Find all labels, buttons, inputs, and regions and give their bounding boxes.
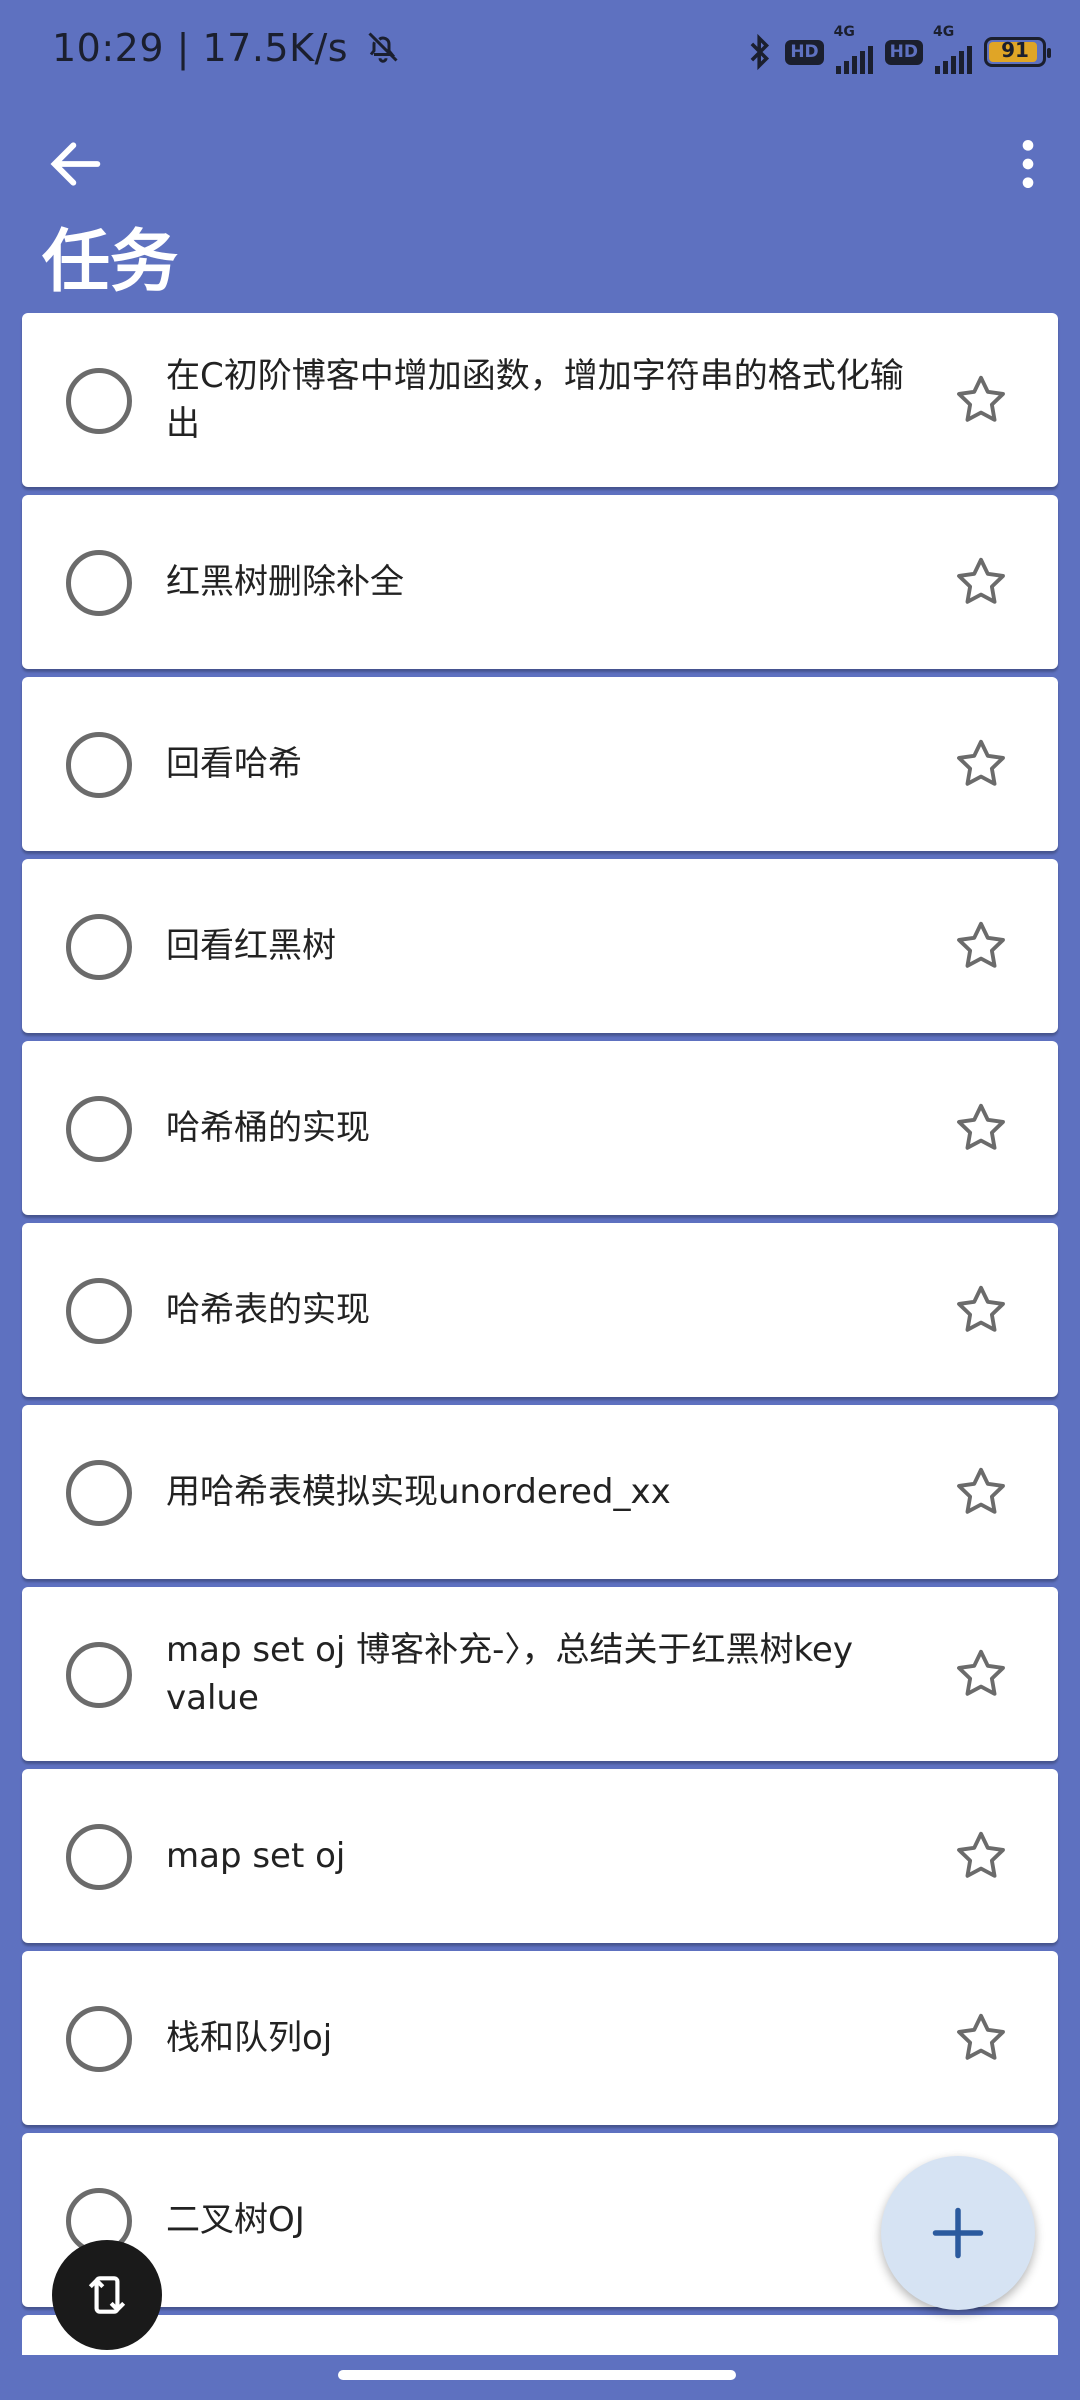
task-title: 栈和队列oj	[166, 2018, 333, 2058]
star-outline-icon[interactable]	[952, 2009, 1010, 2067]
task-title: 回看红黑树	[166, 926, 336, 966]
circle-checkbox-icon[interactable]	[66, 2006, 132, 2072]
star-outline-icon[interactable]	[952, 1099, 1010, 1157]
task-item[interactable]: 哈希桶的实现	[22, 1041, 1058, 1215]
task-title: 哈希表的实现	[166, 1290, 370, 1330]
task-title: map set oj	[166, 1836, 346, 1876]
back-button[interactable]	[44, 132, 108, 196]
task-item[interactable]: 用哈希表模拟实现unordered_xx	[22, 1405, 1058, 1579]
task-title: 哈希桶的实现	[166, 1108, 370, 1148]
star-outline-icon[interactable]	[952, 917, 1010, 975]
status-icons: HD 4G HD 4G 91	[747, 24, 1051, 74]
task-item[interactable]: 栈和队列oj	[22, 1951, 1058, 2125]
task-title: 红黑树删除补全	[166, 562, 404, 602]
add-task-button[interactable]	[881, 2156, 1035, 2310]
home-indicator[interactable]	[338, 2370, 736, 2380]
task-item[interactable]: 回看哈希	[22, 677, 1058, 851]
star-outline-icon[interactable]	[952, 1281, 1010, 1339]
star-outline-icon[interactable]	[952, 1645, 1010, 1703]
task-item[interactable]: 红黑树删除补全	[22, 495, 1058, 669]
circle-checkbox-icon[interactable]	[66, 1824, 132, 1890]
more-options-button[interactable]	[996, 132, 1060, 196]
net-type-label-2: 4G	[933, 24, 955, 40]
task-item[interactable]: 回看红黑树	[22, 859, 1058, 1033]
circle-checkbox-icon[interactable]	[66, 1642, 132, 1708]
plus-icon	[932, 2207, 984, 2259]
rotate-button[interactable]	[52, 2240, 162, 2350]
status-time: 10:29 | 17.5K/s	[52, 26, 401, 70]
status-time-text: 10:29 | 17.5K/s	[52, 26, 349, 70]
hd-badge: HD	[785, 39, 824, 65]
circle-checkbox-icon[interactable]	[66, 550, 132, 616]
star-outline-icon[interactable]	[952, 1827, 1010, 1885]
circle-checkbox-icon[interactable]	[66, 1096, 132, 1162]
task-title: 在C初阶博客中增加函数，增加字符串的格式化输出	[166, 356, 904, 444]
task-item[interactable]: map set oj	[22, 1769, 1058, 1943]
task-title: 二叉树OJ	[166, 2200, 305, 2240]
star-outline-icon[interactable]	[952, 371, 1010, 429]
circle-checkbox-icon[interactable]	[66, 914, 132, 980]
signal-icon: 4G	[834, 24, 873, 74]
net-type-label: 4G	[833, 24, 855, 40]
circle-checkbox-icon[interactable]	[66, 1278, 132, 1344]
circle-checkbox-icon[interactable]	[66, 1460, 132, 1526]
task-card-partial	[22, 2315, 1058, 2355]
signal-icon-2: 4G	[933, 24, 972, 74]
star-outline-icon[interactable]	[952, 553, 1010, 611]
status-bar: 10:29 | 17.5K/s HD 4G HD 4G 91	[0, 0, 1080, 104]
circle-checkbox-icon[interactable]	[66, 732, 132, 798]
hd-badge-2: HD	[884, 39, 923, 65]
circle-checkbox-icon[interactable]	[66, 368, 132, 434]
bluetooth-icon	[750, 33, 770, 71]
task-item[interactable]: 在C初阶博客中增加函数，增加字符串的格式化输出	[22, 313, 1058, 487]
bell-off-icon	[368, 32, 398, 63]
battery-icon: 91	[984, 37, 1051, 67]
rotate-icon	[88, 2276, 126, 2314]
page-title: 任务	[42, 223, 179, 302]
battery-level: 91	[1001, 38, 1029, 62]
star-outline-icon[interactable]	[952, 1463, 1010, 1521]
back-arrow-icon	[50, 142, 101, 186]
star-outline-icon[interactable]	[952, 735, 1010, 793]
task-title: 回看哈希	[166, 744, 302, 784]
more-vert-icon	[1022, 140, 1034, 188]
task-title: map set oj 博客补充-〉，总结关于红黑树key value	[166, 1630, 853, 1718]
task-item[interactable]: map set oj 博客补充-〉，总结关于红黑树key value	[22, 1587, 1058, 1761]
task-item[interactable]: 哈希表的实现	[22, 1223, 1058, 1397]
task-title: 用哈希表模拟实现unordered_xx	[166, 1472, 671, 1512]
task-list: 在C初阶博客中增加函数，增加字符串的格式化输出红黑树删除补全 回看哈希回看红黑树哈…	[22, 313, 1058, 2315]
